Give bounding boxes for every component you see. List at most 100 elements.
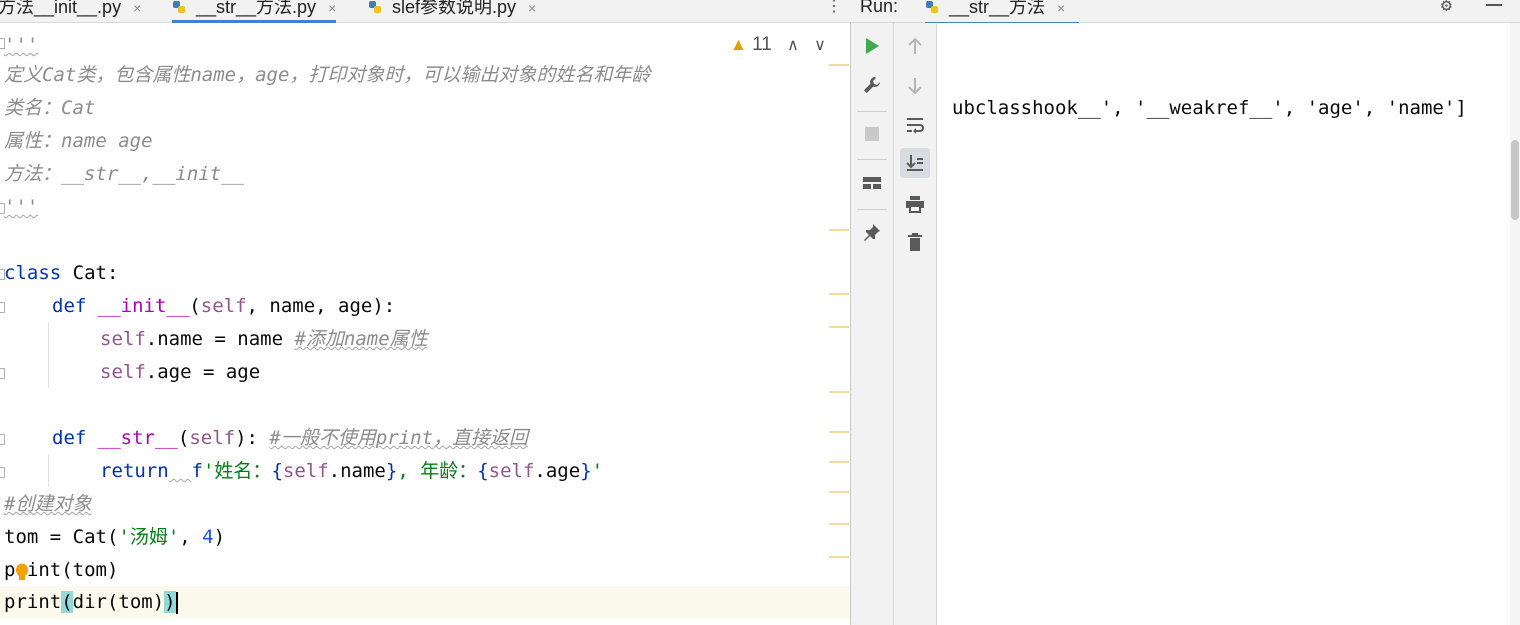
console-scrollbar-thumb[interactable]	[1511, 140, 1519, 220]
string-literal: , 年龄：	[397, 460, 478, 482]
string-literal: '姓名：	[202, 460, 272, 482]
down-stack-button[interactable]	[900, 71, 930, 101]
editor-tab-bar: 方法__init__.py × __str__方法.py × slef参数说明.py…	[0, 0, 850, 23]
edit-config-button[interactable]	[857, 70, 887, 100]
pin-icon	[864, 224, 880, 241]
code-line-3: 类名：Cat	[4, 97, 96, 119]
warning-icon: ▲	[730, 35, 747, 54]
self-param: self	[189, 427, 236, 449]
self-ref: self	[488, 460, 535, 482]
code-text: .age	[534, 460, 581, 482]
code-text: .name = name	[145, 328, 295, 350]
toolbar-divider	[857, 209, 887, 210]
self-ref: self	[100, 328, 146, 350]
code-line-5: 方法：__str__,__init__	[4, 163, 245, 185]
error-stripe-mark[interactable]	[829, 293, 849, 295]
inspection-widget[interactable]: ▲ 11 ∧ ∨	[730, 34, 840, 56]
error-stripe-mark[interactable]	[829, 461, 849, 463]
tab-label: __str__方法.py	[196, 0, 317, 17]
hide-icon[interactable]	[1486, 4, 1502, 6]
error-stripe-mark[interactable]	[829, 523, 849, 525]
code-editor[interactable]: ''' 定义Cat类，包含属性name，age，打印对象时，可以输出对象的姓名和…	[0, 0, 850, 625]
toolbar-divider	[857, 111, 887, 112]
code-line-18: print(dir(tom))	[4, 586, 178, 619]
run-button[interactable]	[857, 31, 887, 61]
up-stack-button[interactable]	[900, 31, 930, 61]
code-text: .name	[328, 460, 386, 482]
pin-tab-button[interactable]	[857, 217, 887, 247]
self-ref: self	[100, 361, 146, 383]
tab-init-method[interactable]: 方法__init__.py ×	[0, 0, 141, 22]
keyword: return	[100, 460, 169, 482]
arrow-down-icon	[908, 78, 922, 95]
clear-all-button[interactable]	[900, 227, 930, 257]
code-text: , name, age):	[246, 295, 396, 317]
error-stripe-mark[interactable]	[829, 391, 849, 393]
close-icon[interactable]: ×	[1057, 0, 1065, 16]
code-line-6: '''	[4, 191, 38, 224]
error-stripe-mark[interactable]	[829, 431, 849, 433]
code-text: Cat:	[61, 262, 119, 284]
lightbulb-icon[interactable]	[15, 563, 29, 581]
error-stripe-mark[interactable]	[829, 64, 849, 66]
toolbar-divider	[857, 159, 887, 160]
fold-marker[interactable]	[0, 368, 5, 379]
layout-button[interactable]	[857, 168, 887, 198]
previous-highlight-icon[interactable]: ∧	[787, 37, 799, 54]
fold-marker[interactable]	[0, 434, 5, 445]
run-title: Run:	[860, 0, 899, 16]
code-text: ):	[235, 427, 270, 449]
fstring-brace: }	[385, 460, 398, 482]
string-literal: '汤姆'	[118, 526, 180, 548]
error-stripe-mark[interactable]	[829, 326, 849, 328]
code-line-1: '''	[4, 29, 38, 62]
indent-guide	[48, 454, 49, 487]
python-file-icon	[173, 1, 185, 13]
trash-icon	[908, 233, 922, 251]
code-line-2: 定义Cat类，包含属性name，age，打印对象时，可以输出对象的姓名和年龄	[4, 64, 651, 86]
soft-wrap-button[interactable]	[900, 110, 930, 140]
tab-self-param[interactable]: slef参数说明.py ×	[368, 0, 536, 22]
run-icon	[866, 38, 879, 54]
text-caret	[175, 591, 178, 614]
keyword: class	[4, 262, 62, 284]
print-button[interactable]	[900, 189, 930, 219]
error-stripe-mark[interactable]	[829, 491, 849, 493]
indent-guide	[48, 322, 49, 388]
matched-bracket: (	[61, 591, 73, 613]
code-line-13: def __str__(self): #一般不使用print，直接返回	[52, 422, 528, 455]
python-file-icon	[926, 1, 938, 13]
gear-icon[interactable]: ⚙	[1441, 0, 1452, 15]
wrench-icon	[864, 77, 880, 93]
code-line-10: self.name = name #添加name属性	[100, 323, 428, 356]
more-tabs-icon[interactable]: ⋮	[826, 0, 842, 16]
error-stripe-mark[interactable]	[829, 229, 849, 231]
arrow-up-icon	[908, 37, 922, 54]
next-highlight-icon[interactable]: ∨	[814, 37, 826, 54]
code-text: (	[189, 295, 201, 317]
fold-marker[interactable]	[0, 302, 5, 313]
code-text: dir(tom)	[72, 591, 165, 613]
keyword: def	[52, 427, 87, 449]
console-output-line: ubclasshook__', '__weakref__', 'age', 'n…	[952, 97, 1467, 119]
code-line-15: #创建对象	[4, 488, 91, 521]
fstring-brace: }	[580, 460, 592, 482]
error-stripe-mark[interactable]	[829, 556, 849, 558]
self-ref: self	[282, 460, 329, 482]
close-icon[interactable]: ×	[133, 0, 141, 16]
warning-count: 11	[752, 34, 772, 55]
close-icon[interactable]: ×	[328, 0, 336, 16]
tab-str-method[interactable]: __str__方法.py ×	[172, 0, 337, 23]
close-icon[interactable]: ×	[528, 0, 536, 16]
soft-wrap-icon	[907, 118, 924, 134]
print-icon	[906, 196, 924, 213]
code-line-16: tom = Cat('汤姆', 4)	[4, 521, 225, 554]
code-line-9: def __init__(self, name, age):	[52, 290, 395, 323]
fstring-brace: {	[477, 460, 489, 482]
stop-button[interactable]	[857, 119, 887, 149]
scroll-to-end-button[interactable]	[900, 148, 930, 178]
run-tab-str-method[interactable]: __str__方法 ×	[925, 0, 1080, 25]
fold-marker[interactable]	[0, 467, 5, 478]
console-scrollbar[interactable]	[1510, 23, 1520, 625]
